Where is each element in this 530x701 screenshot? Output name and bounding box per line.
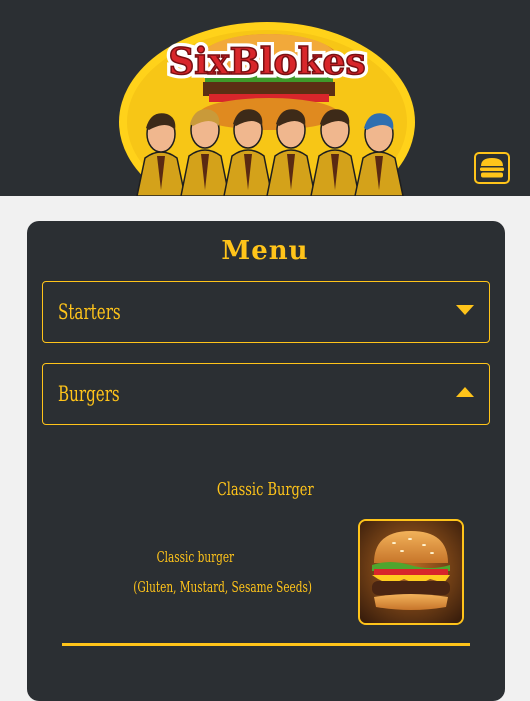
accordion-starters[interactable]: Starters [42, 281, 490, 343]
caret-up-icon [456, 387, 474, 397]
item-divider [62, 643, 470, 646]
menu-item-title: Classic Burger [0, 478, 530, 502]
burger-image [360, 521, 462, 623]
caret-down-icon [456, 305, 474, 315]
menu-title: Menu [221, 236, 309, 266]
logo-illustration: SixBlokes SixBlokes [119, 22, 415, 196]
accordion-label-starters: Starters [58, 300, 121, 324]
menu-item-allergens: (Gluten, Mustard, Sesame Seeds) [133, 578, 312, 596]
site-header: SixBlokes SixBlokes [0, 0, 530, 196]
accordion-label-burgers: Burgers [58, 382, 120, 406]
menu-item-name: Classic Burger [216, 479, 314, 500]
burger-menu-icon [480, 158, 504, 178]
accordion-burgers[interactable]: Burgers [42, 363, 490, 425]
menu-item-description: Classic burger [156, 548, 234, 566]
nav-toggle-button[interactable] [474, 152, 510, 184]
burger-photo[interactable] [358, 519, 464, 625]
logo-text: SixBlokes [168, 41, 365, 83]
sixblokes-logo[interactable]: SixBlokes SixBlokes [119, 22, 416, 196]
